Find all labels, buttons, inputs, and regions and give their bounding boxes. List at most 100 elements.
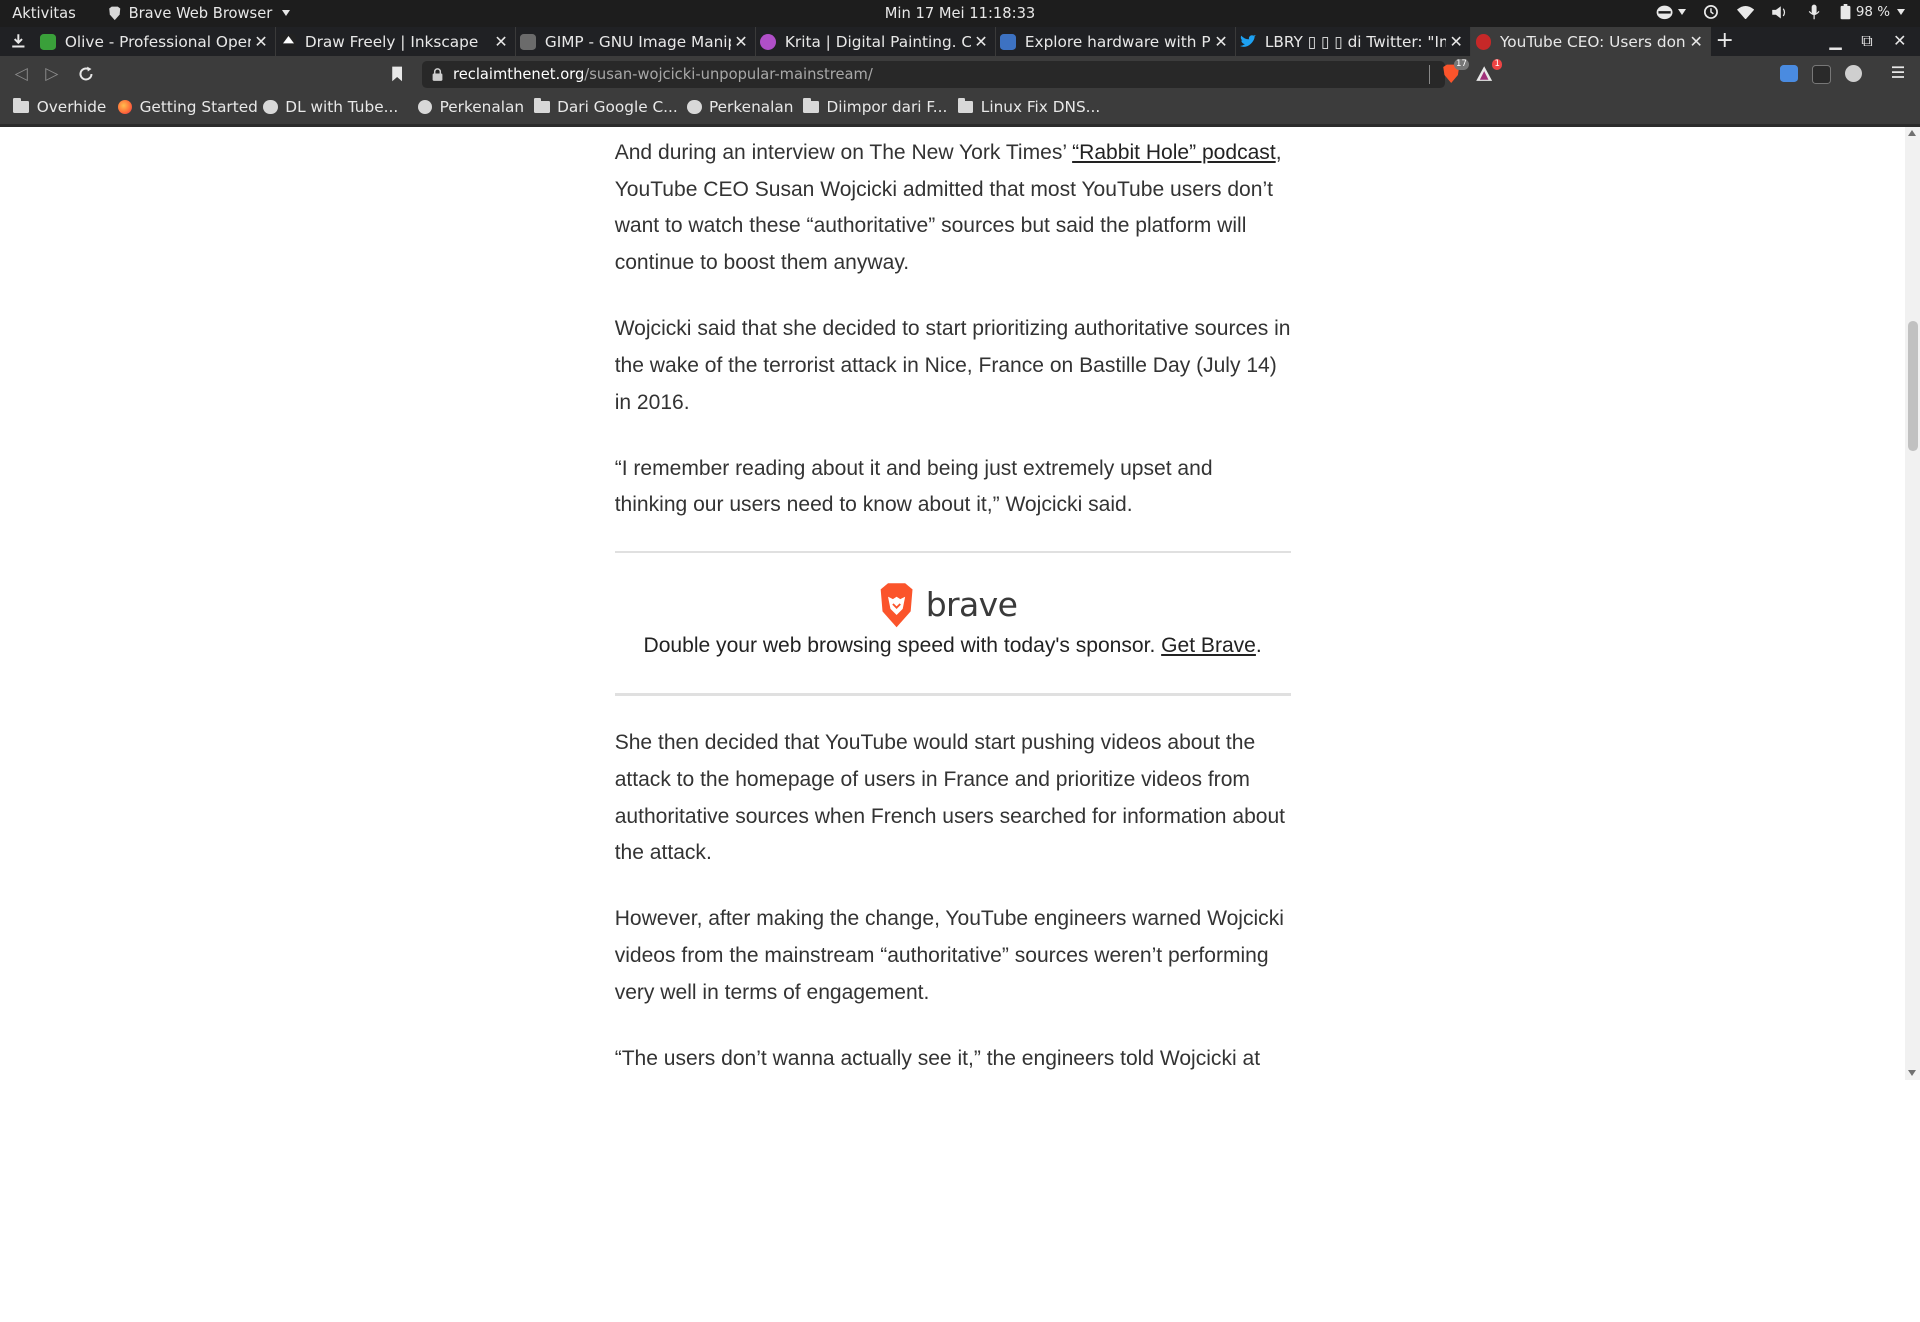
- bookmark-label: Perkenalan: [708, 97, 794, 116]
- tab-twitter[interactable]: LBRY ▯ ▯ ▯ di Twitter: "Imag ✕: [1236, 26, 1471, 57]
- brave-lion-icon: [108, 6, 120, 21]
- extension-icon[interactable]: [1780, 64, 1798, 83]
- tab-reclaimthenet[interactable]: YouTube CEO: Users don't ✕: [1470, 26, 1711, 57]
- scroll-down-arrow-icon[interactable]: [1907, 1070, 1916, 1077]
- article-paragraph: “The users don’t wanna actually see it,”…: [615, 1041, 1291, 1080]
- bookmark-item[interactable]: Overhide: [13, 98, 106, 116]
- update-icon[interactable]: [1703, 4, 1720, 21]
- paragraph-text: And during an interview on The New York …: [614, 140, 1073, 164]
- bookmark-label: Dari Google C...: [557, 97, 678, 116]
- bookmark-item[interactable]: Linux Fix DNS...: [957, 97, 1101, 116]
- brave-logo[interactable]: brave: [877, 582, 1018, 629]
- close-icon[interactable]: ✕: [1211, 32, 1231, 51]
- tab-krita[interactable]: Krita | Digital Painting. Cre ✕: [756, 26, 996, 57]
- url-host: reclaimthenet.org: [453, 66, 585, 84]
- tab-inkscape[interactable]: Draw Freely | Inkscape ✕: [276, 26, 516, 57]
- tab-title: Olive - Professional Open-S: [64, 32, 251, 51]
- close-icon[interactable]: ✕: [1686, 32, 1706, 51]
- close-icon[interactable]: ✕: [971, 32, 991, 51]
- paragraph-text: However, after making the change, YouTub…: [614, 907, 1284, 1004]
- browser-toolbar: ◁ ▷ reclaimthenet.org/susan-wojcicki-unp…: [0, 56, 1920, 94]
- restore-button[interactable]: ⧉: [1861, 31, 1872, 51]
- close-icon[interactable]: ✕: [251, 32, 271, 51]
- close-icon[interactable]: ✕: [491, 32, 511, 51]
- tab-olive[interactable]: Olive - Professional Open-S ✕: [36, 26, 276, 57]
- new-tab-button[interactable]: +: [1716, 28, 1734, 53]
- rewards-triangle-icon: [1476, 66, 1493, 81]
- app-menu[interactable]: Brave Web Browser: [108, 4, 291, 22]
- download-icon[interactable]: [11, 33, 26, 48]
- tab-gimp[interactable]: GIMP - GNU Image Manipul ✕: [516, 26, 756, 57]
- tab-title: Draw Freely | Inkscape: [304, 32, 479, 51]
- url-path: /susan-wojcicki-unpopular-mainstream/: [584, 66, 873, 84]
- volume-icon[interactable]: [1771, 4, 1788, 21]
- brave-rewards-button[interactable]: 1: [1473, 58, 1503, 84]
- tab-title: GIMP - GNU Image Manipul: [544, 32, 732, 51]
- back-button[interactable]: ◁: [15, 64, 28, 84]
- gimp-favicon-icon: [520, 33, 537, 50]
- bookmark-label: Linux Fix DNS...: [980, 97, 1101, 116]
- brave-wordmark: brave: [925, 585, 1018, 625]
- tab-strip: Olive - Professional Open-S ✕ Draw Freel…: [0, 26, 1920, 57]
- bookmark-item[interactable]: Diimpor dari F...: [803, 98, 947, 116]
- inkscape-favicon-icon: [280, 33, 297, 50]
- globe-icon: [686, 99, 702, 115]
- scrollbar-thumb[interactable]: [1907, 320, 1918, 451]
- bookmark-item[interactable]: Perkenalan: [417, 98, 524, 116]
- article-paragraph: However, after making the change, YouTub…: [615, 901, 1291, 1012]
- bookmark-item[interactable]: Getting Started: [117, 97, 258, 116]
- olive-favicon-icon: [40, 33, 57, 50]
- paragraph-text: She then decided that YouTube would star…: [614, 730, 1286, 865]
- bookmark-item[interactable]: Perkenalan: [686, 97, 794, 116]
- close-icon[interactable]: ✕: [1446, 32, 1466, 51]
- app-menu-label: Brave Web Browser: [128, 4, 273, 22]
- divider: [614, 693, 1291, 696]
- bookmark-item[interactable]: DL with Tube...: [263, 98, 398, 116]
- tab-platformio[interactable]: Explore hardware with Pla ✕: [996, 26, 1236, 57]
- article-paragraph: Wojcicki said that she decided to start …: [615, 311, 1291, 422]
- system-tray[interactable]: 98 %: [1656, 4, 1906, 21]
- clock-label[interactable]: Min 17 Mei 11:18:33: [885, 5, 1036, 22]
- paragraph-text: “The users don’t wanna actually see it,”…: [614, 1046, 1261, 1070]
- article-paragraph: “I remember reading about it and being j…: [615, 451, 1291, 525]
- scroll-up-arrow-icon[interactable]: [1907, 129, 1916, 136]
- bookmarks-bar: Overhide Getting Started DL with Tube...…: [0, 93, 1920, 127]
- lock-icon[interactable]: [432, 68, 443, 81]
- hamburger-menu-icon[interactable]: [1891, 66, 1905, 78]
- rabbit-hole-link[interactable]: “Rabbit Hole” podcast: [1072, 141, 1276, 164]
- address-bar[interactable]: reclaimthenet.org/susan-wojcicki-unpopul…: [422, 61, 1445, 89]
- chevron-down-icon: [282, 10, 291, 17]
- folder-icon: [13, 98, 30, 114]
- bookmark-item[interactable]: Dari Google C...: [533, 97, 678, 116]
- paragraph-text: “I remember reading about it and being j…: [614, 456, 1213, 517]
- firefox-icon: [117, 99, 133, 115]
- bookmark-label: Overhide: [36, 97, 107, 116]
- folder-icon: [803, 98, 820, 114]
- sponsor-text-end: .: [1255, 634, 1262, 658]
- divider: [614, 551, 1291, 554]
- chevron-down-icon: [1677, 9, 1686, 16]
- bookmark-label: Getting Started: [139, 97, 258, 116]
- activities-button[interactable]: Aktivitas: [12, 5, 76, 22]
- divider: [1428, 64, 1431, 85]
- forward-button[interactable]: ▷: [45, 64, 58, 84]
- battery-indicator[interactable]: 98 %: [1840, 4, 1906, 20]
- vertical-scrollbar[interactable]: [1905, 127, 1920, 1080]
- close-icon[interactable]: ✕: [731, 32, 751, 51]
- bookmark-icon[interactable]: [391, 66, 403, 82]
- wifi-icon[interactable]: [1737, 4, 1755, 21]
- tab-title: LBRY ▯ ▯ ▯ di Twitter: "Imag: [1264, 32, 1446, 51]
- minimize-button[interactable]: ▁: [1829, 31, 1841, 50]
- reload-icon[interactable]: [78, 66, 94, 82]
- extension-icon[interactable]: [1845, 64, 1863, 83]
- microphone-icon[interactable]: [1806, 4, 1823, 21]
- window-close-button[interactable]: ✕: [1893, 31, 1906, 50]
- accessibility-icon[interactable]: [1656, 4, 1673, 21]
- paragraph-text: Wojcicki said that she decided to start …: [614, 317, 1291, 414]
- shield-count-badge: 17: [1453, 58, 1470, 70]
- extension-icon[interactable]: [1812, 64, 1832, 85]
- chevron-down-icon: [1897, 9, 1906, 16]
- get-brave-link[interactable]: Get Brave: [1161, 634, 1256, 657]
- brave-shields-button[interactable]: 17: [1440, 58, 1470, 84]
- tab-title: Explore hardware with Pla: [1024, 32, 1212, 51]
